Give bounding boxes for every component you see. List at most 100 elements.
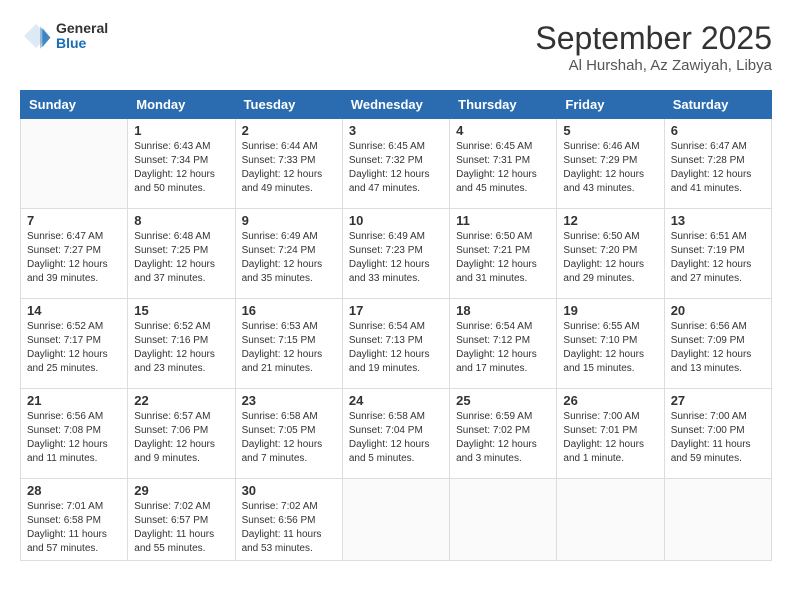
- day-info: Sunrise: 6:44 AM Sunset: 7:33 PM Dayligh…: [242, 140, 336, 196]
- day-info: Sunrise: 7:01 AM Sunset: 6:58 PM Dayligh…: [27, 500, 121, 556]
- day-info: Sunrise: 6:47 AM Sunset: 7:27 PM Dayligh…: [27, 230, 121, 286]
- day-info: Sunrise: 6:52 AM Sunset: 7:17 PM Dayligh…: [27, 320, 121, 376]
- header-tuesday: Tuesday: [235, 91, 342, 119]
- day-info: Sunrise: 6:52 AM Sunset: 7:16 PM Dayligh…: [134, 320, 228, 376]
- calendar-day: 21Sunrise: 6:56 AM Sunset: 7:08 PM Dayli…: [21, 389, 128, 479]
- calendar-day: 15 Sunrise: 6:52 AM Sunset: 7:16 PM Dayli…: [128, 299, 235, 389]
- calendar-day: [450, 479, 557, 561]
- day-info: Sunrise: 6:46 AM Sunset: 7:29 PM Dayligh…: [563, 140, 657, 196]
- day-number: 17: [349, 303, 443, 318]
- day-info: Sunrise: 6:58 AM Sunset: 7:05 PM Dayligh…: [242, 410, 336, 466]
- header-thursday: Thursday: [450, 91, 557, 119]
- day-info: Sunrise: 6:51 AM Sunset: 7:19 PM Dayligh…: [671, 230, 765, 286]
- day-number: 16: [242, 303, 336, 318]
- day-number: 14: [27, 303, 121, 318]
- day-info: Sunrise: 6:49 AM Sunset: 7:23 PM Dayligh…: [349, 230, 443, 286]
- day-number: 30: [242, 483, 336, 498]
- calendar-day: 30 Sunrise: 7:02 AM Sunset: 6:56 PM Dayli…: [235, 479, 342, 561]
- calendar-day: 14 Sunrise: 6:52 AM Sunset: 7:17 PM Dayli…: [21, 299, 128, 389]
- day-number: 29: [134, 483, 228, 498]
- day-info: Sunrise: 7:02 AM Sunset: 6:56 PM Dayligh…: [242, 500, 336, 556]
- day-info: Sunrise: 6:54 AM Sunset: 7:13 PM Dayligh…: [349, 320, 443, 376]
- day-info: Sunrise: 6:55 AM Sunset: 7:10 PM Dayligh…: [563, 320, 657, 376]
- day-number: 27: [671, 393, 765, 408]
- calendar-week-1: 1Sunrise: 6:43 AM Sunset: 7:34 PM Daylig…: [21, 119, 772, 209]
- calendar-day: 18 Sunrise: 6:54 AM Sunset: 7:12 PM Dayli…: [450, 299, 557, 389]
- day-number: 19: [563, 303, 657, 318]
- calendar-day: 22 Sunrise: 6:57 AM Sunset: 7:06 PM Dayli…: [128, 389, 235, 479]
- calendar-header-row: SundayMondayTuesdayWednesdayThursdayFrid…: [21, 91, 772, 119]
- calendar-day: [342, 479, 449, 561]
- day-info: Sunrise: 6:54 AM Sunset: 7:12 PM Dayligh…: [456, 320, 550, 376]
- day-info: Sunrise: 7:00 AM Sunset: 7:01 PM Dayligh…: [563, 410, 657, 466]
- day-info: Sunrise: 6:53 AM Sunset: 7:15 PM Dayligh…: [242, 320, 336, 376]
- day-number: 5: [563, 123, 657, 138]
- calendar-day: [664, 479, 771, 561]
- calendar-day: 9 Sunrise: 6:49 AM Sunset: 7:24 PM Daylig…: [235, 209, 342, 299]
- day-number: 15: [134, 303, 228, 318]
- header-saturday: Saturday: [664, 91, 771, 119]
- day-info: Sunrise: 6:45 AM Sunset: 7:32 PM Dayligh…: [349, 140, 443, 196]
- calendar-day: 28 Sunrise: 7:01 AM Sunset: 6:58 PM Dayli…: [21, 479, 128, 561]
- header-monday: Monday: [128, 91, 235, 119]
- calendar-day: 2 Sunrise: 6:44 AM Sunset: 7:33 PM Daylig…: [235, 119, 342, 209]
- logo-icon: [20, 20, 52, 52]
- calendar-week-4: 21Sunrise: 6:56 AM Sunset: 7:08 PM Dayli…: [21, 389, 772, 479]
- calendar-day: 29 Sunrise: 7:02 AM Sunset: 6:57 PM Dayli…: [128, 479, 235, 561]
- calendar-day: [21, 119, 128, 209]
- page-header: General Blue September 2025 Al Hurshah, …: [20, 20, 772, 74]
- day-info: Sunrise: 6:48 AM Sunset: 7:25 PM Dayligh…: [134, 230, 228, 286]
- day-info: Sunrise: 6:56 AM Sunset: 7:08 PM Dayligh…: [27, 410, 121, 466]
- day-number: 9: [242, 213, 336, 228]
- calendar-day: 27 Sunrise: 7:00 AM Sunset: 7:00 PM Dayli…: [664, 389, 771, 479]
- logo-text: General Blue: [56, 21, 108, 52]
- day-number: 4: [456, 123, 550, 138]
- day-number: 22: [134, 393, 228, 408]
- day-number: 24: [349, 393, 443, 408]
- day-number: 18: [456, 303, 550, 318]
- day-info: Sunrise: 6:58 AM Sunset: 7:04 PM Dayligh…: [349, 410, 443, 466]
- day-number: 26: [563, 393, 657, 408]
- calendar-day: 16 Sunrise: 6:53 AM Sunset: 7:15 PM Dayli…: [235, 299, 342, 389]
- day-number: 13: [671, 213, 765, 228]
- day-info: Sunrise: 6:47 AM Sunset: 7:28 PM Dayligh…: [671, 140, 765, 196]
- calendar-day: 12 Sunrise: 6:50 AM Sunset: 7:20 PM Dayli…: [557, 209, 664, 299]
- day-info: Sunrise: 7:00 AM Sunset: 7:00 PM Dayligh…: [671, 410, 765, 466]
- logo-blue: Blue: [56, 36, 108, 51]
- day-info: Sunrise: 6:45 AM Sunset: 7:31 PM Dayligh…: [456, 140, 550, 196]
- day-info: Sunrise: 6:50 AM Sunset: 7:20 PM Dayligh…: [563, 230, 657, 286]
- calendar-week-3: 14 Sunrise: 6:52 AM Sunset: 7:17 PM Dayli…: [21, 299, 772, 389]
- calendar-day: 4 Sunrise: 6:45 AM Sunset: 7:31 PM Daylig…: [450, 119, 557, 209]
- day-number: 12: [563, 213, 657, 228]
- calendar-table: SundayMondayTuesdayWednesdayThursdayFrid…: [20, 90, 772, 561]
- month-title: September 2025: [535, 20, 772, 57]
- calendar-day: 3Sunrise: 6:45 AM Sunset: 7:32 PM Daylig…: [342, 119, 449, 209]
- calendar-day: 7 Sunrise: 6:47 AM Sunset: 7:27 PM Daylig…: [21, 209, 128, 299]
- calendar-day: 19 Sunrise: 6:55 AM Sunset: 7:10 PM Dayli…: [557, 299, 664, 389]
- header-wednesday: Wednesday: [342, 91, 449, 119]
- day-number: 23: [242, 393, 336, 408]
- header-sunday: Sunday: [21, 91, 128, 119]
- day-info: Sunrise: 6:50 AM Sunset: 7:21 PM Dayligh…: [456, 230, 550, 286]
- title-section: September 2025 Al Hurshah, Az Zawiyah, L…: [535, 20, 772, 74]
- day-info: Sunrise: 6:49 AM Sunset: 7:24 PM Dayligh…: [242, 230, 336, 286]
- calendar-day: 6Sunrise: 6:47 AM Sunset: 7:28 PM Daylig…: [664, 119, 771, 209]
- day-number: 2: [242, 123, 336, 138]
- day-number: 7: [27, 213, 121, 228]
- day-number: 11: [456, 213, 550, 228]
- day-number: 28: [27, 483, 121, 498]
- day-number: 8: [134, 213, 228, 228]
- calendar-day: 5 Sunrise: 6:46 AM Sunset: 7:29 PM Daylig…: [557, 119, 664, 209]
- calendar-day: 20Sunrise: 6:56 AM Sunset: 7:09 PM Dayli…: [664, 299, 771, 389]
- header-friday: Friday: [557, 91, 664, 119]
- calendar-day: 8 Sunrise: 6:48 AM Sunset: 7:25 PM Daylig…: [128, 209, 235, 299]
- day-info: Sunrise: 6:57 AM Sunset: 7:06 PM Dayligh…: [134, 410, 228, 466]
- calendar-week-2: 7 Sunrise: 6:47 AM Sunset: 7:27 PM Daylig…: [21, 209, 772, 299]
- calendar-day: 10Sunrise: 6:49 AM Sunset: 7:23 PM Dayli…: [342, 209, 449, 299]
- calendar-day: 25Sunrise: 6:59 AM Sunset: 7:02 PM Dayli…: [450, 389, 557, 479]
- calendar-day: 24 Sunrise: 6:58 AM Sunset: 7:04 PM Dayli…: [342, 389, 449, 479]
- calendar-day: 23 Sunrise: 6:58 AM Sunset: 7:05 PM Dayli…: [235, 389, 342, 479]
- day-info: Sunrise: 7:02 AM Sunset: 6:57 PM Dayligh…: [134, 500, 228, 556]
- logo-general: General: [56, 21, 108, 36]
- day-number: 1: [134, 123, 228, 138]
